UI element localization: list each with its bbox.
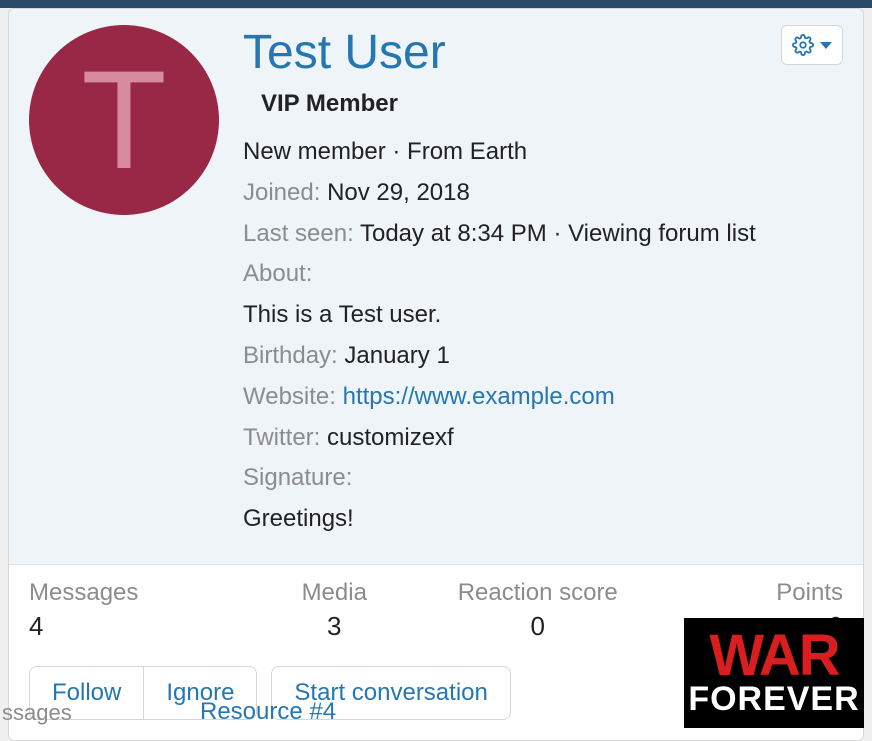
joined-line: Joined: Nov 29, 2018: [243, 173, 843, 214]
stat-reaction-label: Reaction score: [436, 579, 640, 607]
activity-value: Viewing forum list: [568, 220, 756, 247]
about-label: About:: [243, 260, 312, 287]
website-link[interactable]: https://www.example.com: [343, 383, 615, 410]
user-rank: New member: [243, 138, 386, 165]
user-title: VIP Member: [261, 90, 843, 118]
background-resource-link[interactable]: Resource #4: [200, 698, 336, 726]
banner-text-line1: WAR: [709, 630, 838, 682]
top-header-bar: [0, 0, 872, 8]
stat-reaction[interactable]: Reaction score 0: [436, 579, 640, 642]
birthday-label: Birthday:: [243, 342, 338, 369]
lastseen-label: Last seen:: [243, 220, 354, 247]
stat-messages-value: 4: [29, 611, 233, 642]
signature-value: Greetings!: [243, 499, 843, 540]
banner-text-line2: FOREVER: [688, 682, 859, 716]
stat-media-label: Media: [233, 579, 437, 607]
birthday-line: Birthday: January 1: [243, 336, 843, 377]
twitter-label: Twitter:: [243, 424, 320, 451]
from-label: From: [407, 138, 463, 165]
lastseen-line: Last seen: Today at 8:34 PM · Viewing fo…: [243, 214, 843, 255]
website-line: Website: https://www.example.com: [243, 377, 843, 418]
stat-media[interactable]: Media 3: [233, 579, 437, 642]
user-location[interactable]: Earth: [470, 138, 527, 165]
stat-reaction-value: 0: [436, 611, 640, 642]
rank-location-line: New member · From Earth: [243, 132, 843, 173]
stat-media-value: 3: [233, 611, 437, 642]
joined-value: Nov 29, 2018: [327, 179, 470, 206]
about-label-line: About:: [243, 254, 843, 295]
member-info-section: T Test User VIP Member New member · From…: [9, 9, 863, 564]
signature-label-line: Signature:: [243, 458, 843, 499]
signature-label: Signature:: [243, 464, 352, 491]
settings-dropdown-button[interactable]: [781, 25, 843, 65]
background-text-partial: ssages: [0, 700, 72, 726]
stat-points-label: Points: [640, 579, 844, 607]
ad-banner[interactable]: WAR FOREVER: [684, 618, 864, 728]
twitter-line: Twitter: customizexf: [243, 418, 843, 459]
avatar-letter: T: [81, 50, 167, 190]
joined-label: Joined:: [243, 179, 320, 206]
chevron-down-icon: [820, 42, 832, 49]
member-details: Test User VIP Member New member · From E…: [243, 25, 843, 540]
twitter-value: customizexf: [327, 424, 454, 451]
stat-messages-label: Messages: [29, 579, 233, 607]
website-label: Website:: [243, 383, 336, 410]
avatar[interactable]: T: [29, 25, 219, 215]
lastseen-value: Today at 8:34 PM: [360, 220, 547, 247]
about-value: This is a Test user.: [243, 295, 843, 336]
gear-icon: [792, 34, 814, 56]
username-link[interactable]: Test User: [243, 25, 843, 80]
birthday-value: January 1: [344, 342, 449, 369]
stat-messages[interactable]: Messages 4: [29, 579, 233, 642]
